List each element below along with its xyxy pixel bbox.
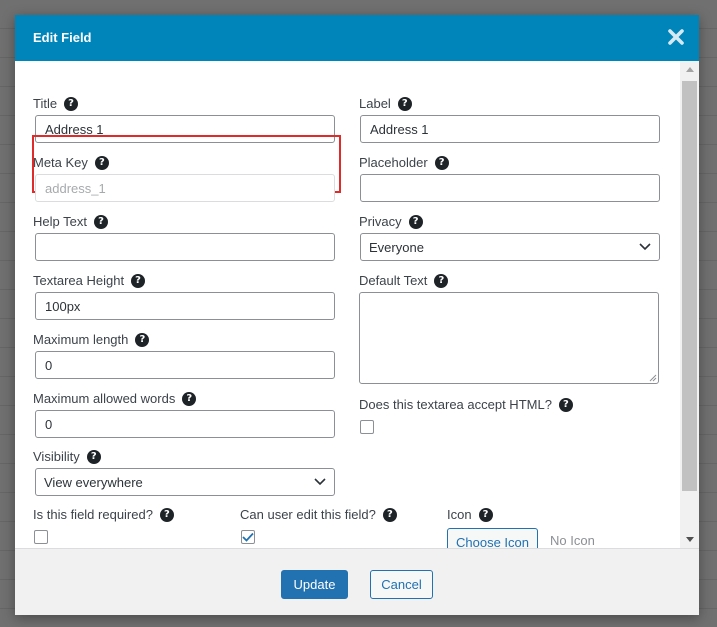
help-icon[interactable]: ? xyxy=(434,155,449,170)
modal-scrollbar[interactable] xyxy=(680,61,699,548)
placeholder-input[interactable] xyxy=(360,174,660,202)
help-icon[interactable]: ? xyxy=(64,96,79,111)
placeholder-field-label: Placeholder ? xyxy=(359,155,449,170)
textarea-height-input[interactable]: 100px xyxy=(35,292,335,320)
help-icon[interactable]: ? xyxy=(159,507,174,522)
chevron-down-icon xyxy=(639,243,651,251)
label-input[interactable]: Address 1 xyxy=(360,115,660,143)
scroll-down-arrow-icon[interactable] xyxy=(680,531,699,548)
required-label: Is this field required? ? xyxy=(33,507,174,522)
required-checkbox[interactable] xyxy=(34,530,48,544)
editable-label: Can user edit this field? ? xyxy=(240,507,397,522)
help-icon[interactable]: ? xyxy=(434,273,449,288)
modal-title: Edit Field xyxy=(33,30,92,45)
modal-header: Edit Field xyxy=(15,15,699,61)
editable-checkbox[interactable] xyxy=(241,530,255,544)
privacy-select[interactable]: Everyone xyxy=(360,233,660,261)
icon-label: Icon ? xyxy=(447,507,493,522)
visibility-select[interactable]: View everywhere xyxy=(35,468,335,496)
privacy-selected-value: Everyone xyxy=(369,239,424,255)
accept-html-label: Does this textarea accept HTML? ? xyxy=(359,397,573,412)
visibility-label: Visibility ? xyxy=(33,449,101,464)
modal-body: Title ? Address 1 Label ? Address 1 Meta… xyxy=(15,61,699,548)
help-icon[interactable]: ? xyxy=(86,449,101,464)
help-text-label: Help Text ? xyxy=(33,214,108,229)
close-icon[interactable] xyxy=(666,27,686,47)
help-icon[interactable]: ? xyxy=(94,155,109,170)
help-icon[interactable]: ? xyxy=(182,391,197,406)
scrollbar-thumb[interactable] xyxy=(682,81,697,491)
meta-key-input[interactable]: address_1 xyxy=(35,174,335,202)
maximum-length-input[interactable]: 0 xyxy=(35,351,335,379)
cancel-button[interactable]: Cancel xyxy=(370,570,433,599)
visibility-selected-value: View everywhere xyxy=(44,474,143,490)
modal-footer: Update Cancel xyxy=(15,548,699,615)
chevron-down-icon xyxy=(314,478,326,486)
default-text-textarea[interactable] xyxy=(359,292,659,384)
meta-key-label: Meta Key ? xyxy=(33,155,109,170)
default-text-label: Default Text ? xyxy=(359,273,449,288)
title-label: Title ? xyxy=(33,96,79,111)
help-icon[interactable]: ? xyxy=(558,397,573,412)
help-icon[interactable]: ? xyxy=(397,96,412,111)
scroll-up-arrow-icon[interactable] xyxy=(680,61,699,78)
help-text-input[interactable] xyxy=(35,233,335,261)
accept-html-checkbox[interactable] xyxy=(360,420,374,434)
help-icon[interactable]: ? xyxy=(382,507,397,522)
label-field-label: Label ? xyxy=(359,96,412,111)
help-icon[interactable]: ? xyxy=(478,507,493,522)
no-icon-status: No Icon xyxy=(550,533,595,548)
help-icon[interactable]: ? xyxy=(131,273,146,288)
edit-field-modal: Edit Field Title ? Address 1 Label ? Add… xyxy=(15,15,699,615)
choose-icon-button[interactable]: Choose Icon xyxy=(447,528,538,548)
help-icon[interactable]: ? xyxy=(408,214,423,229)
privacy-label: Privacy ? xyxy=(359,214,423,229)
maximum-words-input[interactable]: 0 xyxy=(35,410,335,438)
maximum-words-label: Maximum allowed words ? xyxy=(33,391,197,406)
help-icon[interactable]: ? xyxy=(93,214,108,229)
textarea-height-label: Textarea Height ? xyxy=(33,273,146,288)
resize-grip-icon[interactable] xyxy=(649,374,657,382)
update-button[interactable]: Update xyxy=(281,570,348,599)
maximum-length-label: Maximum length ? xyxy=(33,332,150,347)
checkmark-icon xyxy=(242,532,254,542)
help-icon[interactable]: ? xyxy=(135,332,150,347)
